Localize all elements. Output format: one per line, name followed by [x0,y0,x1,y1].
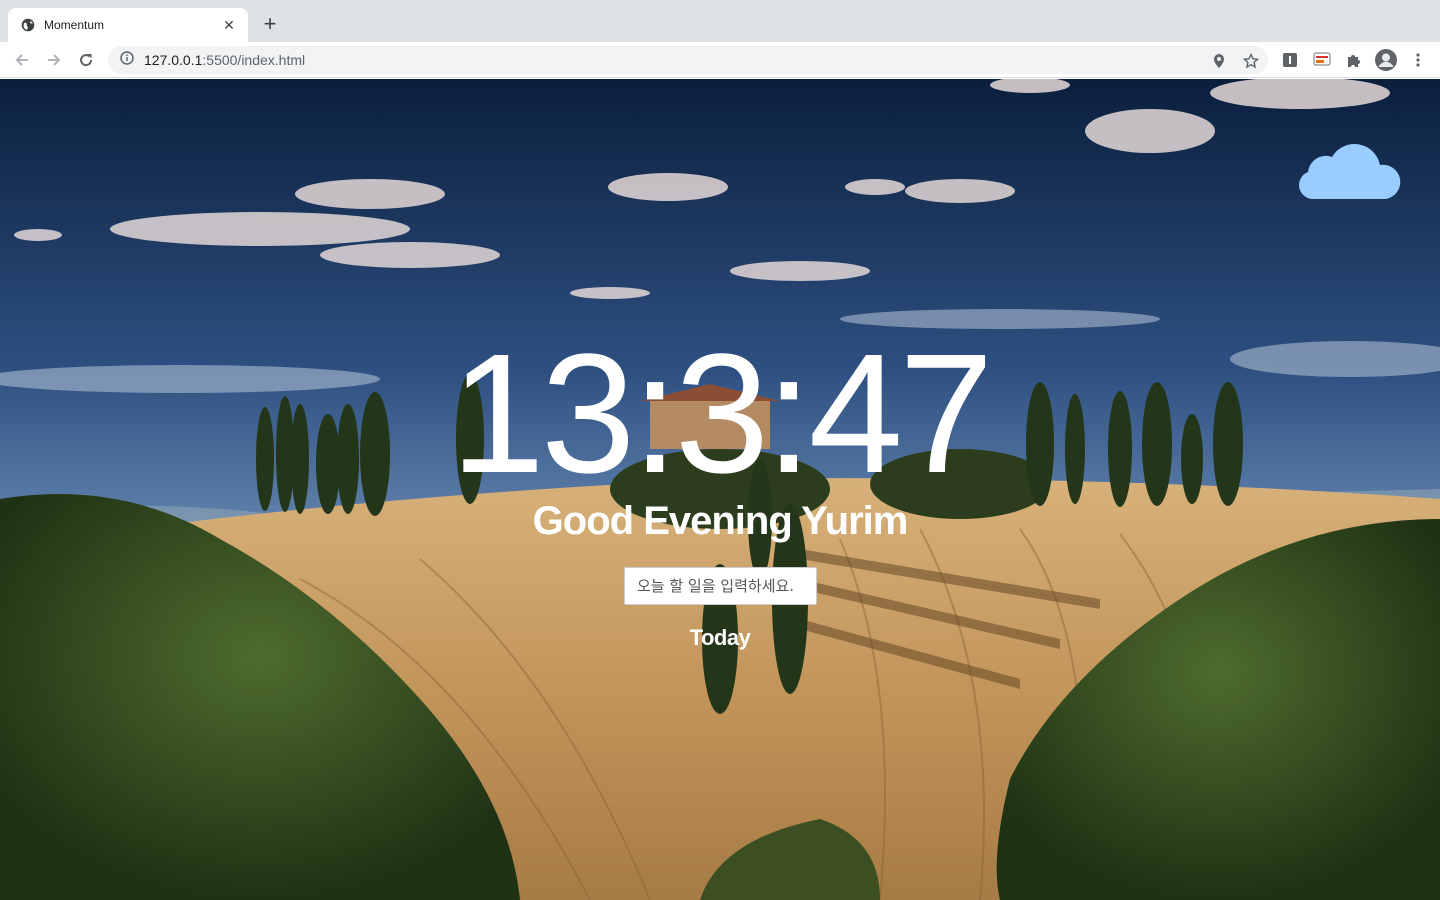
reload-icon [80,54,93,67]
address-bar[interactable]: 127.0.0.1:5500/index.html [108,46,1268,74]
todo-input[interactable] [624,567,817,605]
reload-button[interactable] [72,46,100,74]
url-text: 127.0.0.1:5500/index.html [144,52,305,68]
url-host: 127.0.0.1 [144,52,203,68]
tab-title: Momentum [44,18,105,32]
globe-icon [20,17,36,33]
location-pin-icon[interactable] [1208,50,1230,72]
page-viewport: 13:3:47 Good Evening Yurim Today [0,79,1440,900]
extension-i-icon[interactable] [1276,46,1304,74]
cloud-icon [1298,135,1402,201]
today-heading: Today [689,625,751,650]
cast-extension-icon[interactable] [1308,46,1336,74]
info-icon[interactable] [120,50,134,70]
new-tab-button[interactable]: + [258,11,282,36]
clock: 13:3:47 [450,319,993,509]
close-tab-icon[interactable]: ✕ [220,16,238,34]
arrow-right-icon [48,54,61,66]
bookmark-star-icon[interactable] [1240,50,1262,72]
greeting-text: Good Evening Yurim [532,499,909,543]
kebab-menu-icon[interactable] [1404,46,1432,74]
forward-button[interactable] [40,46,68,74]
arrow-left-icon [15,54,28,66]
back-button[interactable] [8,46,36,74]
tab-strip: Momentum ✕ + [0,0,1440,42]
profile-avatar-icon[interactable] [1372,46,1400,74]
tab-momentum[interactable]: Momentum ✕ [8,8,248,42]
puzzle-icon[interactable] [1340,46,1368,74]
browser-toolbar: 127.0.0.1:5500/index.html [0,42,1440,78]
url-path: :5500/index.html [202,52,306,68]
